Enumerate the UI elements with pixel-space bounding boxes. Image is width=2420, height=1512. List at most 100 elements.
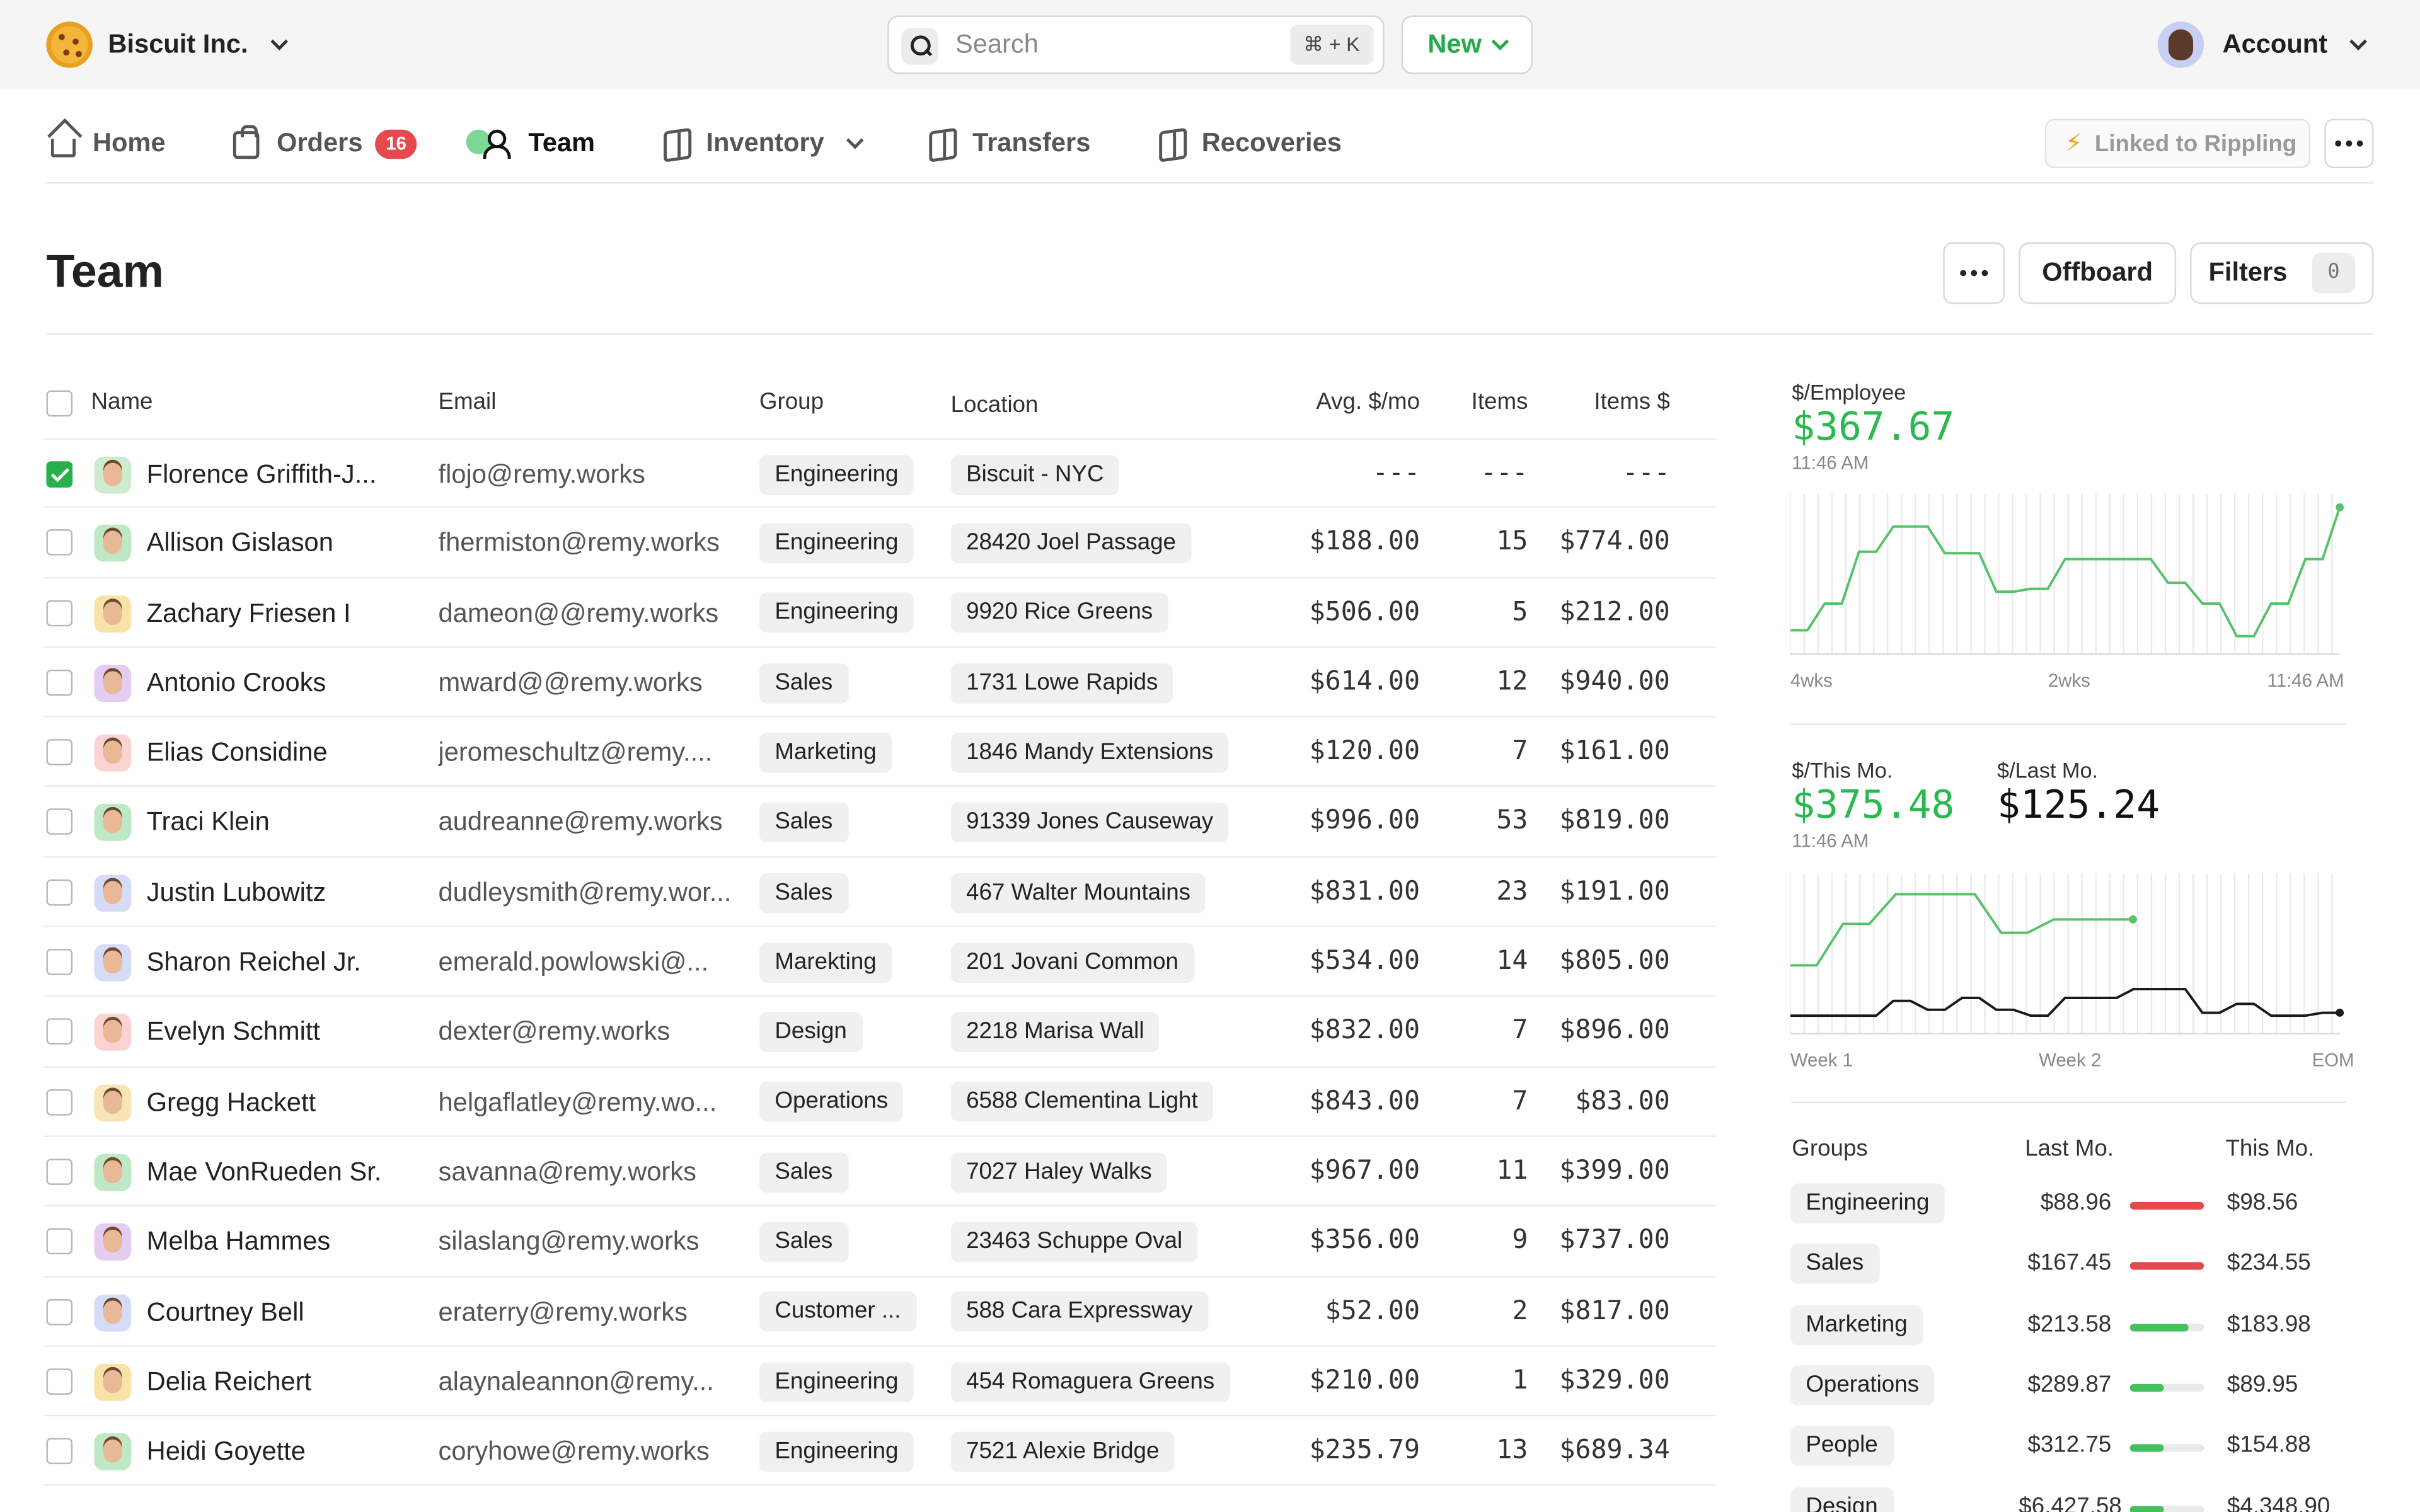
filters-label: Filters bbox=[2208, 257, 2288, 287]
row-checkbox[interactable] bbox=[46, 879, 73, 906]
new-button[interactable]: New bbox=[1401, 15, 1533, 74]
group-tag: Sales bbox=[759, 873, 848, 913]
row-checkbox[interactable] bbox=[46, 1089, 73, 1115]
row-items-value: $805.00 bbox=[1559, 946, 1670, 977]
row-name[interactable]: Zachary Friesen I bbox=[147, 578, 440, 647]
more-dots-icon bbox=[1960, 270, 1967, 277]
table-row[interactable]: Melba Hammes silaslang@remy.works Sales … bbox=[43, 1207, 1717, 1277]
row-checkbox[interactable] bbox=[46, 949, 73, 975]
nav-more-button[interactable] bbox=[2324, 118, 2374, 168]
col-group[interactable]: Group bbox=[759, 389, 824, 415]
row-items: 53 bbox=[1496, 806, 1528, 837]
row-checkbox[interactable] bbox=[46, 461, 73, 488]
rippling-link-button[interactable]: ⚡ Linked to Rippling bbox=[2044, 118, 2311, 168]
row-checkbox[interactable] bbox=[46, 1298, 73, 1325]
group-row[interactable]: Operations $289.87 $89.95 bbox=[1790, 1362, 2361, 1408]
table-row[interactable]: Mae VonRueden Sr. savanna@remy.works Sal… bbox=[43, 1137, 1717, 1207]
row-checkbox[interactable] bbox=[46, 809, 73, 836]
row-items: 12 bbox=[1496, 666, 1528, 697]
row-avg: $614.00 bbox=[1309, 666, 1420, 697]
table-row[interactable]: Antonio Crooks mward@@remy.works Sales 1… bbox=[43, 648, 1717, 718]
table-row[interactable]: Justin Lubowitz dudleysmith@remy.wor... … bbox=[43, 857, 1717, 928]
offboard-button[interactable]: Offboard bbox=[2019, 242, 2177, 304]
row-checkbox[interactable] bbox=[46, 1019, 73, 1045]
col-avg[interactable]: Avg. $/mo bbox=[1247, 389, 1420, 415]
chevron-down-icon bbox=[2349, 33, 2367, 50]
page-more-button[interactable] bbox=[1943, 242, 2005, 304]
row-checkbox[interactable] bbox=[46, 669, 73, 696]
row-name[interactable]: Gregg Hackett bbox=[147, 1067, 440, 1137]
group-row[interactable]: Sales $167.45 $234.55 bbox=[1790, 1241, 2361, 1287]
row-items-value: $896.00 bbox=[1559, 1016, 1670, 1047]
group-row[interactable]: Engineering $88.96 $98.56 bbox=[1790, 1180, 2361, 1226]
tab-team[interactable]: Team bbox=[466, 117, 595, 169]
row-name[interactable]: Elias Considine bbox=[147, 718, 440, 787]
filters-button[interactable]: Filters 0 bbox=[2190, 242, 2374, 304]
table-row[interactable]: Allison Gislason fhermiston@remy.works E… bbox=[43, 508, 1717, 578]
group-row[interactable]: Marketing $213.58 $183.98 bbox=[1790, 1302, 2361, 1348]
row-name[interactable]: Florence Griffith-J... bbox=[147, 440, 440, 509]
table-row[interactable]: Evelyn Schmitt dexter@remy.works Design … bbox=[43, 997, 1717, 1067]
tab-recoveries[interactable]: Recoveries bbox=[1155, 117, 1342, 169]
row-name[interactable]: Delia Reichert bbox=[147, 1347, 440, 1416]
tab-orders[interactable]: Orders 16 bbox=[230, 117, 418, 169]
location-tag: 467 Walter Mountains bbox=[950, 873, 1206, 913]
tab-transfers[interactable]: Transfers bbox=[926, 117, 1090, 169]
row-items: 14 bbox=[1496, 946, 1528, 977]
location-tag: 7027 Haley Walks bbox=[950, 1152, 1168, 1193]
tab-home[interactable]: Home bbox=[46, 117, 166, 169]
col-items-value[interactable]: Items $ bbox=[1533, 389, 1669, 415]
avatar bbox=[94, 1223, 132, 1261]
avatar bbox=[94, 665, 132, 702]
row-checkbox[interactable] bbox=[46, 1228, 73, 1255]
table-row[interactable]: Elias Considine jeromeschultz@remy.... M… bbox=[43, 718, 1717, 788]
row-checkbox[interactable] bbox=[46, 1438, 73, 1465]
table-row[interactable]: Sharon Reichel Jr. emerald.powlowski@...… bbox=[43, 927, 1717, 997]
account-menu[interactable]: Account bbox=[2157, 21, 2367, 68]
tab-inventory[interactable]: Inventory bbox=[660, 117, 864, 169]
row-name[interactable]: Evelyn Schmitt bbox=[147, 997, 440, 1067]
table-row[interactable]: Traci Klein audreanne@remy.works Sales 9… bbox=[43, 788, 1717, 858]
group-row[interactable]: Design $6,427.58 $4,348.90 bbox=[1790, 1484, 2361, 1512]
org-switcher[interactable]: Biscuit Inc. bbox=[46, 20, 288, 69]
col-location[interactable]: Location bbox=[951, 392, 1039, 418]
search-box[interactable]: ⌘ + K bbox=[887, 15, 1385, 74]
row-name[interactable]: Allison Gislason bbox=[147, 508, 440, 577]
row-email: dexter@remy.works bbox=[438, 1017, 671, 1047]
table-row[interactable]: Florence Griffith-J... flojo@remy.works … bbox=[43, 438, 1717, 508]
table-row[interactable]: Courtney Bell eraterry@remy.works Custom… bbox=[43, 1277, 1717, 1347]
row-checkbox[interactable] bbox=[46, 1368, 73, 1395]
row-checkbox[interactable] bbox=[46, 739, 73, 766]
row-name[interactable]: Courtney Bell bbox=[147, 1277, 440, 1346]
chart-series-line bbox=[1790, 987, 2340, 1017]
select-all-checkbox[interactable] bbox=[46, 390, 73, 417]
row-email: audreanne@remy.works bbox=[438, 808, 723, 837]
table-row[interactable]: Heidi Goyette coryhowe@remy.works Engine… bbox=[43, 1417, 1717, 1487]
row-checkbox[interactable] bbox=[46, 599, 73, 626]
table-row[interactable]: Zachary Friesen I dameon@@remy.works Eng… bbox=[43, 578, 1717, 648]
row-name[interactable]: Justin Lubowitz bbox=[147, 857, 440, 927]
last-month-value: $125.24 bbox=[1997, 782, 2160, 827]
row-checkbox[interactable] bbox=[46, 529, 73, 556]
col-name[interactable]: Name bbox=[91, 389, 153, 415]
row-name[interactable]: Melba Hammes bbox=[147, 1207, 440, 1276]
group-tag: People bbox=[1790, 1426, 1894, 1467]
row-name[interactable]: Traci Klein bbox=[147, 788, 440, 857]
row-name[interactable]: Mae VonRueden Sr. bbox=[147, 1137, 440, 1206]
row-items-value: $819.00 bbox=[1559, 806, 1670, 837]
table-row[interactable]: Delia Reichert alaynaleannon@remy... Eng… bbox=[43, 1347, 1717, 1417]
row-name[interactable]: Antonio Crooks bbox=[147, 648, 440, 717]
table-row[interactable]: Gregg Hackett helgaflatley@remy.wo... Op… bbox=[43, 1067, 1717, 1137]
col-email[interactable]: Email bbox=[439, 389, 497, 415]
search-input[interactable] bbox=[955, 26, 1264, 64]
table-header: Name Email Group Location Avg. $/mo Item… bbox=[43, 370, 1717, 438]
row-name[interactable]: Sharon Reichel Jr. bbox=[147, 927, 440, 997]
col-items[interactable]: Items bbox=[1432, 389, 1528, 415]
row-checkbox[interactable] bbox=[46, 1159, 73, 1185]
row-name[interactable]: Heidi Goyette bbox=[147, 1417, 440, 1486]
group-row[interactable]: People $312.75 $154.88 bbox=[1790, 1423, 2361, 1469]
group-tag: Operations bbox=[1790, 1365, 1935, 1406]
group-this-month: $89.95 bbox=[2227, 1371, 2298, 1398]
group-tag: Design bbox=[759, 1012, 863, 1053]
last-month-label: $/Last Mo. bbox=[1997, 757, 2099, 782]
